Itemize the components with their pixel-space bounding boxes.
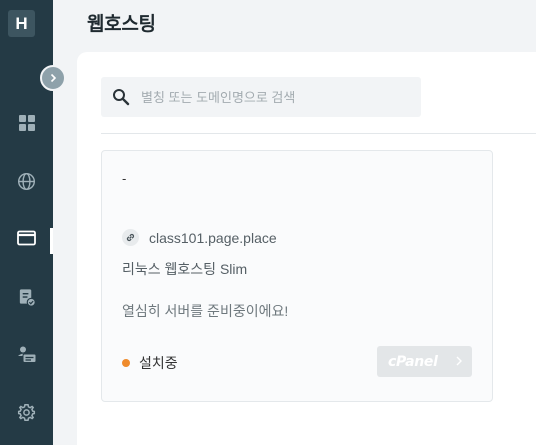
gear-icon: [17, 403, 36, 421]
search-box: [101, 77, 421, 117]
sidebar-item-hosting[interactable]: [0, 218, 53, 258]
content-panel: - class101.page.place 리눅스 웹호스팅 Slim 열심히 …: [77, 52, 536, 445]
search-input[interactable]: [141, 89, 401, 105]
chevron-right-icon: [50, 73, 57, 83]
hosting-domain[interactable]: class101.page.place: [149, 230, 277, 246]
page-title: 웹호스팅: [87, 14, 156, 35]
hosting-plan: 리눅스 웹호스팅 Slim: [122, 261, 248, 277]
status-dot: [122, 359, 130, 367]
hosting-alias: -: [122, 171, 127, 186]
sidebar-item-account[interactable]: [0, 334, 53, 374]
divider: [101, 133, 536, 134]
domain-row: class101.page.place: [122, 229, 277, 246]
sidebar-item-settings[interactable]: [0, 392, 53, 432]
id-card-icon: [17, 346, 36, 363]
brand-logo[interactable]: H: [8, 10, 35, 37]
globe-icon: [17, 172, 36, 190]
sidebar-toggle-button[interactable]: [40, 65, 66, 91]
sidebar-item-billing[interactable]: [0, 277, 53, 317]
cpanel-button[interactable]: cPanel: [377, 346, 472, 377]
sidebar-item-domain[interactable]: [0, 161, 53, 201]
cpanel-logo: cPanel: [388, 353, 438, 370]
sidebar-item-dashboard[interactable]: [0, 103, 53, 143]
grid-icon: [18, 115, 35, 131]
window-icon: [17, 230, 36, 246]
search-icon: [113, 89, 130, 106]
status-label: 설치중: [139, 355, 178, 371]
chevron-right-icon: [456, 356, 462, 366]
status-badge: 설치중: [122, 353, 178, 373]
invoice-check-icon: [19, 288, 36, 307]
link-icon: [122, 229, 139, 246]
hosting-notice: 열심히 서버를 준비중이에요!: [122, 303, 289, 319]
hosting-card[interactable]: - class101.page.place 리눅스 웹호스팅 Slim 열심히 …: [101, 150, 493, 402]
